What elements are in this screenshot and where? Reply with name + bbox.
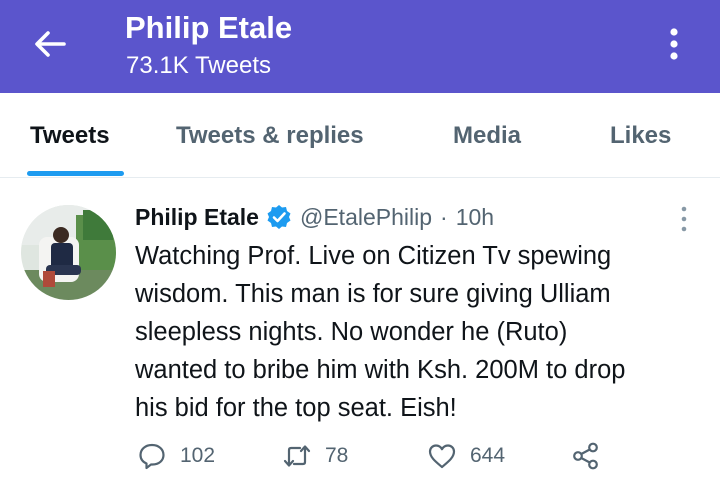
retweet-icon [283,445,311,467]
profile-header: Philip Etale 73.1K Tweets [0,0,720,93]
tab-tweets-and-replies[interactable]: Tweets & replies [176,122,364,150]
tab-tweets[interactable]: Tweets [30,122,110,150]
retweet-button[interactable]: 78 [282,438,348,474]
like-button[interactable]: 644 [427,438,505,474]
retweet-count: 78 [325,444,349,467]
more-vertical-icon[interactable] [662,24,686,64]
tweet-text: Watching Prof. Live on Citizen Tv spewin… [135,237,710,427]
tweet-text-line: his bid for the top seat. Eish! [135,394,457,422]
share-icon [573,442,598,470]
profile-tabs: Tweets Tweets & replies Media Likes [0,93,720,178]
heart-icon [428,444,456,469]
verified-badge-icon [267,205,291,229]
tab-media[interactable]: Media [453,122,521,150]
tweet-more-icon[interactable] [676,204,692,234]
reply-count: 102 [180,444,216,467]
tweet-count: 73.1K Tweets [126,52,271,79]
tweet-header: Philip Etale @EtalePhilip · 10h [135,200,494,234]
avatar[interactable] [21,205,116,300]
back-arrow-icon[interactable] [30,26,70,62]
profile-title: Philip Etale [125,10,293,45]
reply-button[interactable]: 102 [137,438,215,474]
share-button[interactable] [571,438,601,474]
separator-dot: · [440,203,448,230]
reply-icon [139,443,165,470]
tweet-text-line: wisdom. This man is for sure giving Ulli… [135,280,611,308]
author-name[interactable]: Philip Etale [135,204,259,231]
tweet-time[interactable]: 10h [456,204,494,231]
like-count: 644 [470,444,506,467]
tweet-text-line: wanted to bribe him with Ksh. 200M to dr… [135,356,626,384]
tab-likes[interactable]: Likes [610,122,671,150]
tweet-text-line: sleepless nights. No wonder he (Ruto) [135,318,568,346]
active-tab-indicator [27,171,124,176]
tweet-text-line: Watching Prof. Live on Citizen Tv spewin… [135,242,612,270]
author-handle[interactable]: @EtalePhilip [300,204,432,231]
